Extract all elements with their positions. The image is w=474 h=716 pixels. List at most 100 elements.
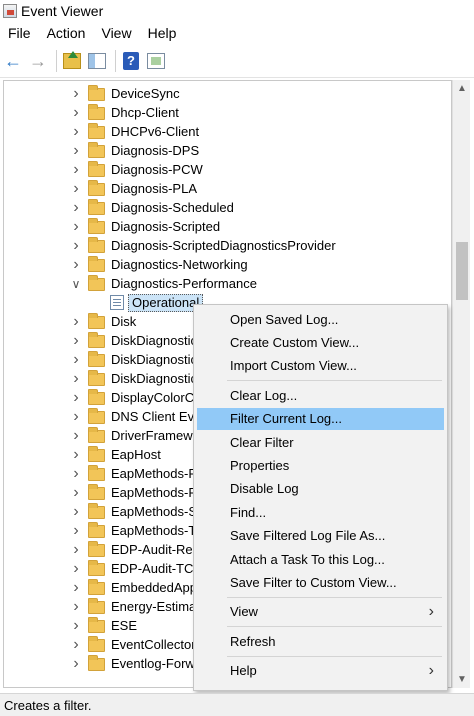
chevron-right-icon[interactable]: › [70, 464, 82, 483]
tree-item-label: Diagnosis-ScriptedDiagnosticsProvider [111, 238, 336, 253]
back-button[interactable]: ← [2, 50, 24, 72]
toolbar-divider [115, 49, 116, 72]
folder-icon [88, 579, 105, 595]
menu-item-clear-filter[interactable]: Clear Filter [197, 431, 444, 453]
tree-item-label: EapMethods-R [111, 466, 198, 481]
chevron-right-icon[interactable]: › [70, 217, 82, 236]
folder-icon [88, 180, 105, 196]
chevron-right-icon[interactable]: › [70, 654, 82, 673]
folder-icon [88, 503, 105, 519]
tree-item-label: DiskDiagnostic [111, 371, 197, 386]
tree-folder-item[interactable]: › Dhcp-Client [4, 103, 451, 122]
chevron-right-icon[interactable]: › [70, 198, 82, 217]
chevron-right-icon[interactable]: › [70, 141, 82, 160]
chevron-right-icon[interactable]: › [70, 597, 82, 616]
tree-folder-item[interactable]: ∨ Diagnostics-Performance [4, 274, 451, 293]
menu-item-disable-log[interactable]: Disable Log [197, 478, 444, 500]
chevron-right-icon[interactable]: › [70, 483, 82, 502]
menu-item-properties[interactable]: Properties [197, 454, 444, 476]
chevron-right-icon[interactable]: › [70, 407, 82, 426]
chevron-right-icon[interactable]: › [70, 521, 82, 540]
folder-icon [88, 636, 105, 652]
chevron-right-icon[interactable]: › [70, 616, 82, 635]
chevron-right-icon[interactable]: › [70, 236, 82, 255]
tree-item-label: EapMethods-T [111, 523, 197, 538]
menu-item-find[interactable]: Find... [197, 501, 444, 523]
tree-folder-item[interactable]: › Diagnosis-DPS [4, 141, 451, 160]
chevron-right-icon[interactable]: › [70, 369, 82, 388]
window-title: Event Viewer [21, 3, 104, 19]
up-one-level-button[interactable] [61, 50, 83, 72]
scroll-up-icon[interactable]: ▲ [453, 80, 471, 97]
chevron-right-icon[interactable]: › [70, 445, 82, 464]
menu-item-label: Attach a Task To this Log... [230, 551, 385, 567]
tree-folder-item[interactable]: › Diagnosis-PCW [4, 160, 451, 179]
tree-folder-item[interactable]: › Diagnostics-Networking [4, 255, 451, 274]
chevron-right-icon[interactable]: › [70, 635, 82, 654]
menu-action[interactable]: Action [39, 25, 94, 41]
menu-file[interactable]: File [0, 25, 39, 41]
menu-item-create-custom-view[interactable]: Create Custom View... [197, 331, 444, 353]
menu-view[interactable]: View [93, 25, 139, 41]
tree-item-label: Diagnostics-Performance [111, 276, 257, 291]
tree-item-label: Diagnosis-Scripted [111, 219, 221, 234]
tree-folder-item[interactable]: › Diagnosis-PLA [4, 179, 451, 198]
tree-item-label: Disk [111, 314, 137, 329]
menu-item-attach-a-task-to-this-log[interactable]: Attach a Task To this Log... [197, 548, 444, 570]
chevron-right-icon[interactable]: › [70, 426, 82, 445]
chevron-right-icon[interactable]: › [70, 255, 82, 274]
menu-help[interactable]: Help [140, 25, 185, 41]
action-pane-icon [147, 52, 165, 69]
chevron-right-icon[interactable]: › [70, 84, 82, 103]
chevron-right-icon[interactable]: › [70, 179, 82, 198]
status-text: Creates a filter. [4, 697, 92, 713]
menu-item-help[interactable]: Help › [197, 660, 444, 682]
folder-icon [88, 142, 105, 158]
folder-icon [88, 351, 105, 367]
chevron-right-icon[interactable]: › [70, 160, 82, 179]
toolbar: ← → ? [0, 44, 474, 78]
tree-folder-item[interactable]: › DeviceSync [4, 84, 451, 103]
chevron-right-icon[interactable]: › [70, 350, 82, 369]
chevron-right-icon[interactable]: › [70, 540, 82, 559]
menu-item-import-custom-view[interactable]: Import Custom View... [197, 355, 444, 377]
help-button[interactable]: ? [120, 50, 142, 72]
chevron-right-icon[interactable]: › [70, 388, 82, 407]
submenu-arrow-icon: › [428, 602, 434, 620]
chevron-right-icon[interactable]: › [70, 559, 82, 578]
menu-item-open-saved-log[interactable]: Open Saved Log... [197, 308, 444, 330]
menu-item-save-filtered-log-file-as[interactable]: Save Filtered Log File As... [197, 525, 444, 547]
folder-icon [88, 199, 105, 215]
menu-item-filter-current-log[interactable]: Filter Current Log... [197, 407, 444, 430]
show-action-pane-button[interactable] [145, 50, 167, 72]
tree-folder-item[interactable]: › Diagnosis-Scheduled [4, 198, 451, 217]
menu-item-view[interactable]: View › [197, 601, 444, 623]
menu-separator [227, 596, 442, 598]
menu-item-save-filter-to-custom-view[interactable]: Save Filter to Custom View... [197, 571, 444, 593]
folder-icon [88, 104, 105, 120]
menu-item-refresh[interactable]: Refresh [197, 630, 444, 652]
menu-item-clear-log[interactable]: Clear Log... [197, 384, 444, 406]
menu-separator [227, 655, 442, 657]
vertical-scrollbar[interactable]: ▲ ▼ [452, 80, 470, 688]
chevron-right-icon[interactable]: › [70, 122, 82, 141]
forward-button[interactable]: → [27, 50, 49, 72]
chevron-right-icon[interactable]: › [70, 578, 82, 597]
submenu-arrow-icon: › [428, 661, 434, 679]
scrollbar-thumb[interactable] [456, 242, 468, 300]
scroll-down-icon[interactable]: ▼ [453, 671, 471, 688]
chevron-right-icon[interactable]: › [70, 502, 82, 521]
show-hide-console-tree-button[interactable] [86, 50, 108, 72]
menu-item-label: Help [230, 663, 257, 679]
chevron-right-icon[interactable]: › [70, 331, 82, 350]
menu-item-label: Open Saved Log... [230, 311, 339, 327]
tree-folder-item[interactable]: › Diagnosis-Scripted [4, 217, 451, 236]
tree-folder-item[interactable]: › Diagnosis-ScriptedDiagnosticsProvider [4, 236, 451, 255]
forward-arrow-icon: → [29, 50, 47, 71]
chevron-right-icon[interactable]: › [70, 103, 82, 122]
chevron-right-icon[interactable]: › [70, 312, 82, 331]
menu-item-label: Refresh [230, 633, 276, 649]
tree-folder-item[interactable]: › DHCPv6-Client [4, 122, 451, 141]
tree-item-label: Diagnosis-PLA [111, 181, 197, 196]
chevron-down-icon[interactable]: ∨ [70, 274, 82, 293]
